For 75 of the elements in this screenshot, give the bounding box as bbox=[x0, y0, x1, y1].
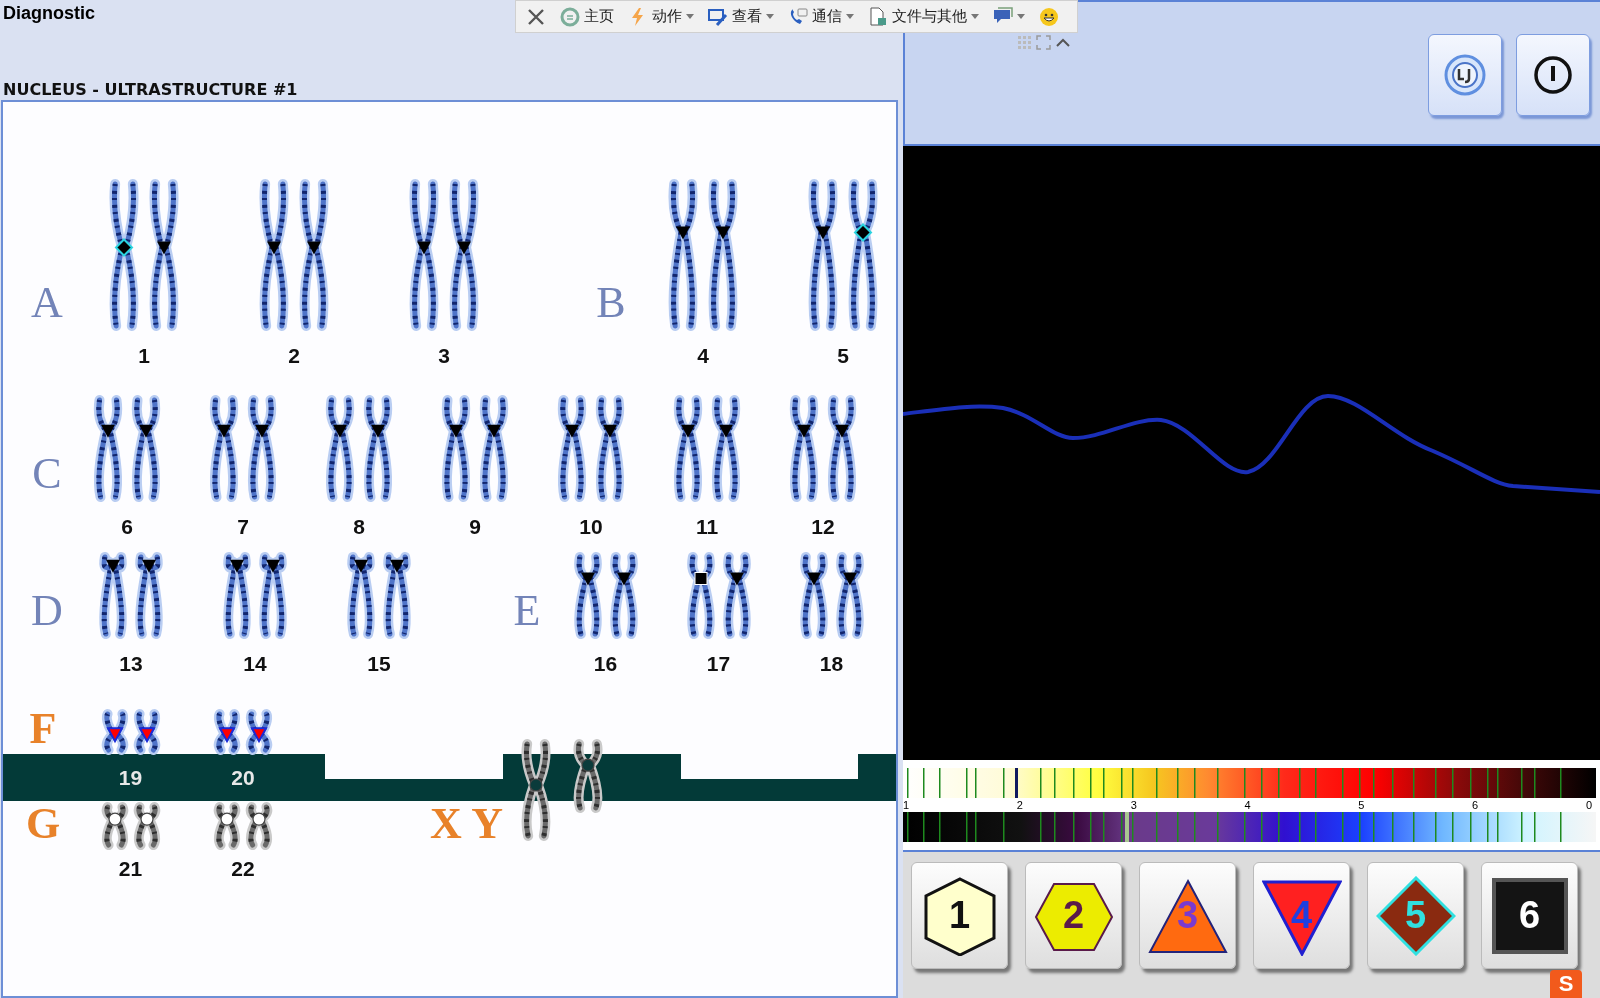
close-button[interactable] bbox=[526, 6, 546, 27]
chromosome-drawing bbox=[245, 709, 273, 755]
scale-label: 1 bbox=[903, 798, 910, 812]
group-letter: D bbox=[30, 585, 64, 636]
number-button[interactable]: 2 bbox=[1025, 862, 1122, 969]
chromosome-number: 9 bbox=[469, 515, 481, 539]
chromosome-number: 3 bbox=[438, 344, 450, 368]
scale-label: 5 bbox=[1358, 798, 1365, 812]
diamond-icon bbox=[1376, 876, 1456, 956]
chromosome-number: 4 bbox=[697, 344, 709, 368]
chromosome-number: 13 bbox=[119, 652, 143, 676]
chromosome-number: 16 bbox=[593, 652, 618, 676]
group-letter: F bbox=[28, 703, 58, 754]
chromosome-number: 6 bbox=[121, 515, 133, 539]
menu-button[interactable]: 文件与其他 bbox=[868, 6, 979, 27]
chromosome-drawing bbox=[213, 709, 241, 755]
chromosome-number: 18 bbox=[819, 652, 844, 676]
scale-label: 2 bbox=[1016, 798, 1023, 812]
chromosome-drawing bbox=[133, 709, 160, 755]
group-letter: E bbox=[512, 585, 542, 636]
group-letter: A bbox=[30, 277, 64, 328]
group-letter: B bbox=[595, 277, 627, 328]
chromosome-drawing bbox=[213, 802, 241, 850]
menu-button[interactable]: 主页 bbox=[560, 6, 614, 27]
caret-icon bbox=[766, 14, 774, 19]
emblem-icon bbox=[1443, 53, 1487, 97]
chromosome-drawing bbox=[101, 709, 128, 755]
number-button[interactable]: 6 bbox=[1481, 862, 1578, 969]
chromosome-number: 17 bbox=[706, 652, 731, 676]
caret-icon bbox=[686, 14, 694, 19]
number-button[interactable]: 5 bbox=[1367, 862, 1464, 969]
chromosome-number: 22 bbox=[231, 857, 255, 881]
monitor-icon bbox=[708, 6, 728, 27]
logo-button[interactable] bbox=[1428, 34, 1502, 116]
ring-icon bbox=[560, 6, 580, 27]
menu-button[interactable]: 通信 bbox=[788, 6, 854, 27]
chromosome-number: 2 bbox=[288, 344, 300, 368]
smiley-icon bbox=[1039, 6, 1059, 27]
phone-icon bbox=[788, 6, 808, 27]
app-title: Diagnostic bbox=[3, 3, 95, 24]
chromosome-number: 20 bbox=[231, 765, 255, 790]
scale-label: 3 bbox=[1130, 798, 1137, 812]
chromosome-drawing bbox=[101, 802, 128, 850]
chromosome-number: 1 bbox=[138, 344, 150, 368]
group-letter: G bbox=[24, 798, 62, 849]
power-icon bbox=[1532, 54, 1574, 96]
caret-icon bbox=[846, 14, 854, 19]
power-button[interactable] bbox=[1516, 34, 1590, 116]
menu-button[interactable]: 查看 bbox=[708, 6, 774, 27]
scale-label: 6 bbox=[1472, 798, 1479, 812]
chromosome-number: 19 bbox=[118, 765, 143, 790]
chromosome-number: 5 bbox=[837, 344, 849, 368]
scale-label: 0 bbox=[1585, 798, 1592, 812]
caret-icon bbox=[1017, 14, 1025, 19]
scale-label: 4 bbox=[1244, 798, 1251, 812]
toolbar-button[interactable] bbox=[1039, 6, 1059, 27]
chromosome-number: 10 bbox=[579, 515, 603, 539]
chromosome-number: 11 bbox=[695, 515, 719, 539]
caret-icon bbox=[971, 14, 979, 19]
close-icon bbox=[526, 6, 546, 27]
section-title: NUCLEUS - ULTRASTRUCTURE #1 bbox=[3, 80, 299, 99]
chromosome-drawing bbox=[133, 802, 160, 850]
square-icon bbox=[1490, 876, 1570, 956]
group-letter: C bbox=[31, 448, 63, 499]
chromosome-drawing bbox=[245, 802, 273, 850]
number-button[interactable]: 1 bbox=[911, 862, 1008, 969]
chromosome-number: 15 bbox=[367, 652, 391, 676]
chromosome-number: 21 bbox=[118, 857, 143, 881]
menu-button[interactable]: 动作 bbox=[628, 6, 694, 27]
chromosome-number: 8 bbox=[353, 515, 365, 539]
sex-chromosome-label: X Y bbox=[430, 798, 503, 849]
chromosome-number: 7 bbox=[237, 515, 249, 539]
chromosome-number: 14 bbox=[243, 652, 267, 676]
chromosome-number: 12 bbox=[811, 515, 835, 539]
document-icon bbox=[868, 6, 888, 27]
